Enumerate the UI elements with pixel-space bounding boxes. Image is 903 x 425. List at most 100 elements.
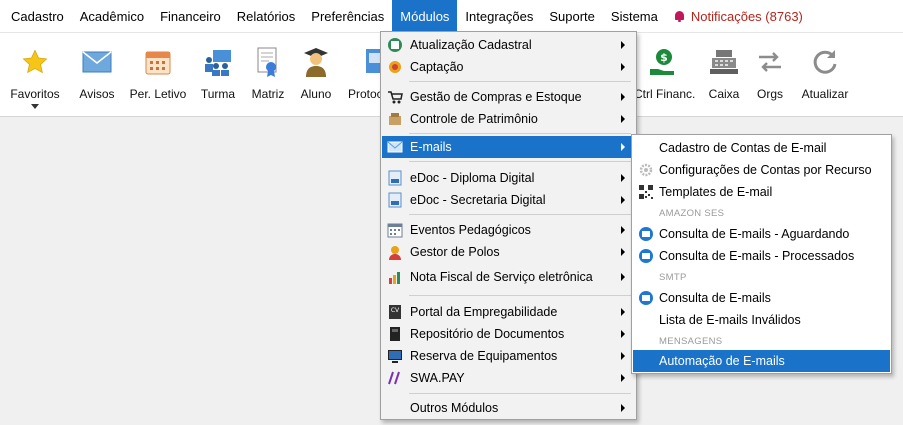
- menu-item-nota-fiscal[interactable]: Nota Fiscal de Serviço eletrônica: [382, 266, 635, 288]
- menu-item-label: SWA.PAY: [410, 371, 465, 385]
- doc-icon: [387, 170, 403, 186]
- submenu-section-header: SMTP: [659, 272, 687, 283]
- menu-item-label: eDoc - Diploma Digital: [410, 171, 535, 185]
- book-icon: [387, 326, 403, 342]
- refresh-icon: [808, 45, 842, 79]
- submenu-item-consulta-emails[interactable]: Consulta de E-mails: [633, 287, 890, 309]
- submenu-arrow-icon: [621, 273, 625, 281]
- menu-item-label: Repositório de Documentos: [410, 327, 565, 341]
- menu-item-edoc-diploma[interactable]: eDoc - Diploma Digital: [382, 167, 635, 189]
- menu-separator: [409, 214, 631, 215]
- toolbar-label: Aluno: [300, 87, 332, 101]
- menu-cadastro[interactable]: Cadastro: [0, 0, 72, 32]
- toolbar-label: Ctrl Financ.: [634, 87, 696, 101]
- menu-financeiro[interactable]: Financeiro: [152, 0, 229, 32]
- submenu-item-consulta-processados[interactable]: Consulta de E-mails - Processados: [633, 245, 890, 267]
- swap-arrows-icon: [753, 45, 787, 79]
- cart-icon: [387, 89, 403, 105]
- dropdown-caret-icon: [31, 104, 39, 109]
- toolbar-label: Per. Letivo: [129, 87, 187, 101]
- submenu-item-configuracoes-contas[interactable]: Configurações de Contas por Recurso: [633, 159, 890, 181]
- toolbar-label: Protoc: [348, 87, 383, 101]
- menu-item-outros-modulos[interactable]: Outros Módulos: [382, 397, 635, 419]
- emails-submenu: Cadastro de Contas de E-mail Configuraçõ…: [631, 134, 892, 374]
- toolbar-periodo-letivo-button[interactable]: Per. Letivo: [126, 33, 190, 117]
- submenu-item-cadastro-contas[interactable]: Cadastro de Contas de E-mail: [633, 137, 890, 159]
- calendar-icon: [387, 222, 403, 238]
- menu-modulos[interactable]: Módulos: [392, 0, 458, 32]
- menu-sistema[interactable]: Sistema: [603, 0, 666, 32]
- menu-separator: [409, 81, 631, 82]
- bell-icon: [674, 10, 685, 22]
- cash-register-icon: [707, 45, 741, 79]
- menu-item-edoc-secretaria[interactable]: eDoc - Secretaria Digital: [382, 189, 635, 211]
- submenu-item-label: Consulta de E-mails - Aguardando: [659, 227, 850, 241]
- chart-icon: [387, 269, 403, 285]
- menu-item-atualizacao-cadastral[interactable]: Atualização Cadastral: [382, 34, 635, 56]
- submenu-item-label: Consulta de E-mails: [659, 291, 771, 305]
- mail-icon: [639, 249, 653, 263]
- submenu-item-automacao-emails[interactable]: Automação de E-mails: [633, 350, 890, 372]
- student-icon: [299, 45, 333, 79]
- notifications-label: Notificações (8763): [690, 8, 803, 24]
- menu-item-label: Outros Módulos: [410, 401, 499, 415]
- menu-item-eventos-pedagogicos[interactable]: Eventos Pedagógicos: [382, 219, 635, 241]
- menu-item-repositorio-documentos[interactable]: Repositório de Documentos: [382, 323, 635, 345]
- submenu-arrow-icon: [621, 374, 625, 382]
- toolbar-favoritos-button[interactable]: Favoritos: [4, 33, 66, 117]
- menu-item-label: Captação: [410, 60, 464, 74]
- menu-item-captacao[interactable]: Captação: [382, 56, 635, 78]
- menu-item-portal-empregabilidade[interactable]: CV Portal da Empregabilidade: [382, 301, 635, 323]
- toolbar-protocolo-button[interactable]: Protoc: [345, 33, 386, 117]
- toolbar-label: Matriz: [251, 87, 285, 101]
- toolbar-turma-button[interactable]: Turma: [196, 33, 240, 117]
- submenu-arrow-icon: [621, 404, 625, 412]
- menu-academico[interactable]: Acadêmico: [72, 0, 152, 32]
- qr-code-icon: [639, 185, 653, 199]
- menu-relatorios[interactable]: Relatórios: [229, 0, 304, 32]
- submenu-item-lista-invalidos[interactable]: Lista de E-mails Inválidos: [633, 309, 890, 331]
- menu-item-label: Gestão de Compras e Estoque: [410, 90, 582, 104]
- menu-preferencias[interactable]: Preferências: [303, 0, 392, 32]
- money-hand-icon: $: [646, 45, 680, 79]
- submenu-arrow-icon: [621, 226, 625, 234]
- submenu-arrow-icon: [621, 352, 625, 360]
- toolbar-orgs-button[interactable]: Orgs: [750, 33, 790, 117]
- submenu-arrow-icon: [621, 308, 625, 316]
- class-icon: [201, 45, 235, 79]
- submenu-section-header: AMAZON SES: [659, 208, 725, 219]
- toolbar-caixa-button[interactable]: Caixa: [702, 33, 746, 117]
- menu-item-label: Portal da Empregabilidade: [410, 305, 558, 319]
- gear-icon: [639, 163, 653, 177]
- menu-item-label: E-mails: [410, 140, 452, 154]
- toolbar-atualizar-button[interactable]: Atualizar: [798, 33, 852, 117]
- toolbar-label: Favoritos: [10, 87, 60, 101]
- certificate-icon: [251, 45, 285, 79]
- toolbar-aluno-button[interactable]: Aluno: [296, 33, 336, 117]
- menu-item-swa-pay[interactable]: SWA.PAY: [382, 367, 635, 389]
- toolbar-ctrl-financ-button[interactable]: $ Ctrl Financ.: [634, 33, 696, 117]
- submenu-item-label: Lista de E-mails Inválidos: [659, 313, 801, 327]
- menu-item-gestao-compras[interactable]: Gestão de Compras e Estoque: [382, 86, 635, 108]
- menu-item-reserva-equipamentos[interactable]: Reserva de Equipamentos: [382, 345, 635, 367]
- mail-icon: [639, 227, 653, 241]
- menu-suporte[interactable]: Suporte: [541, 0, 603, 32]
- menu-integracoes[interactable]: Integrações: [457, 0, 541, 32]
- toolbar-avisos-button[interactable]: Avisos: [74, 33, 120, 117]
- menu-item-controle-patrimonio[interactable]: Controle de Patrimônio: [382, 108, 635, 130]
- submenu-arrow-icon: [621, 115, 625, 123]
- toolbar-matriz-button[interactable]: Matriz: [246, 33, 290, 117]
- menu-item-label: Controle de Patrimônio: [410, 112, 538, 126]
- menu-separator: [409, 161, 631, 162]
- menu-bar: Cadastro Acadêmico Financeiro Relatórios…: [0, 0, 903, 33]
- monitor-icon: [387, 348, 403, 364]
- menu-separator: [409, 295, 631, 296]
- toolbar-label: Avisos: [79, 87, 115, 101]
- menu-item-gestor-polos[interactable]: Gestor de Polos: [382, 241, 635, 263]
- notifications-link[interactable]: Notificações (8763): [666, 0, 811, 32]
- submenu-item-templates[interactable]: Templates de E-mail: [633, 181, 890, 203]
- calendar-icon: [141, 45, 175, 79]
- submenu-arrow-icon: [621, 248, 625, 256]
- submenu-item-consulta-aguardando[interactable]: Consulta de E-mails - Aguardando: [633, 223, 890, 245]
- menu-item-emails[interactable]: E-mails: [382, 136, 635, 158]
